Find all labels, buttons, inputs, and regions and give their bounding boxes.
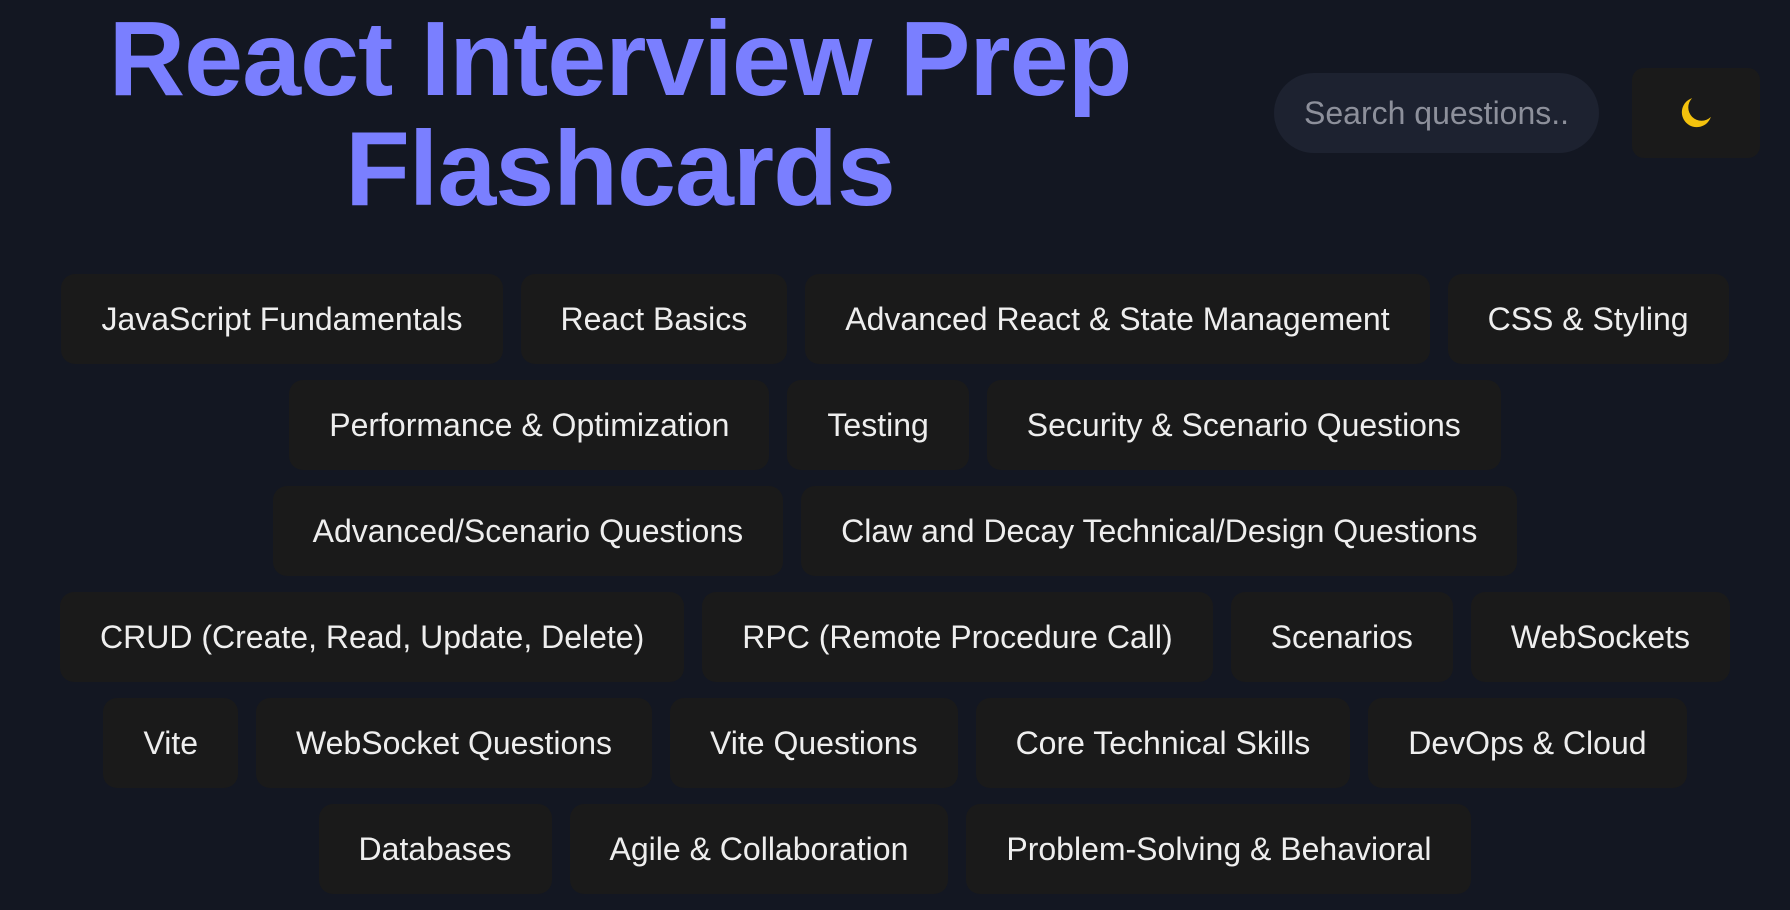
category-row: Performance & Optimization Testing Secur…: [0, 380, 1790, 470]
category-scenarios[interactable]: Scenarios: [1230, 592, 1453, 682]
page-title: React Interview Prep Flashcards: [70, 4, 1170, 224]
category-websocket-questions[interactable]: WebSocket Questions: [256, 698, 653, 788]
category-core-technical-skills[interactable]: Core Technical Skills: [975, 698, 1351, 788]
category-rpc[interactable]: RPC (Remote Procedure Call): [702, 592, 1213, 682]
category-vite[interactable]: Vite: [103, 698, 239, 788]
category-css-styling[interactable]: CSS & Styling: [1447, 274, 1729, 364]
category-agile-collaboration[interactable]: Agile & Collaboration: [569, 804, 949, 894]
category-databases[interactable]: Databases: [318, 804, 552, 894]
header: React Interview Prep Flashcards: [0, 0, 1790, 230]
category-performance-optimization[interactable]: Performance & Optimization: [289, 380, 770, 470]
category-crud[interactable]: CRUD (Create, Read, Update, Delete): [60, 592, 685, 682]
category-claw-and-decay-questions[interactable]: Claw and Decay Technical/Design Question…: [801, 486, 1518, 576]
category-advanced-react-state-management[interactable]: Advanced React & State Management: [805, 274, 1430, 364]
category-row: Vite WebSocket Questions Vite Questions …: [0, 698, 1790, 788]
category-vite-questions[interactable]: Vite Questions: [670, 698, 958, 788]
moon-icon: [1681, 98, 1711, 128]
category-devops-cloud[interactable]: DevOps & Cloud: [1368, 698, 1687, 788]
category-list: JavaScript Fundamentals React Basics Adv…: [0, 274, 1790, 910]
category-problem-solving-behavioral[interactable]: Problem-Solving & Behavioral: [966, 804, 1472, 894]
category-javascript-fundamentals[interactable]: JavaScript Fundamentals: [61, 274, 503, 364]
theme-toggle-button[interactable]: [1632, 68, 1760, 158]
category-react-basics[interactable]: React Basics: [520, 274, 788, 364]
category-row: Databases Agile & Collaboration Problem-…: [0, 804, 1790, 894]
category-security-scenario-questions[interactable]: Security & Scenario Questions: [986, 380, 1501, 470]
category-websockets[interactable]: WebSockets: [1470, 592, 1730, 682]
category-row: Advanced/Scenario Questions Claw and Dec…: [0, 486, 1790, 576]
category-row: JavaScript Fundamentals React Basics Adv…: [0, 274, 1790, 364]
page-title-line-1: React Interview Prep: [108, 0, 1133, 118]
page-title-line-2: Flashcards: [345, 110, 896, 228]
category-row: CRUD (Create, Read, Update, Delete) RPC …: [0, 592, 1790, 682]
category-testing[interactable]: Testing: [787, 380, 969, 470]
search-input[interactable]: [1274, 73, 1599, 153]
category-advanced-scenario-questions[interactable]: Advanced/Scenario Questions: [272, 486, 784, 576]
